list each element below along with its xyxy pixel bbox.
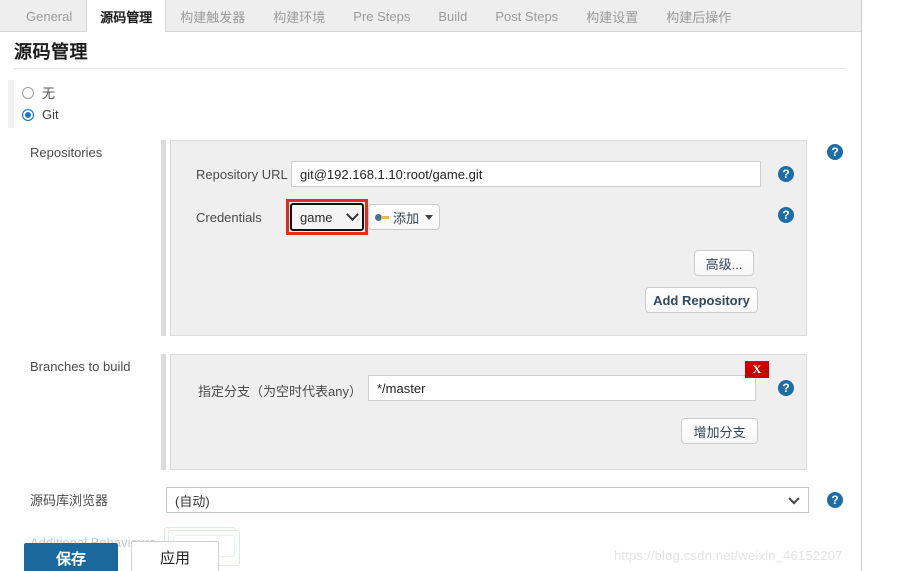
add-branch-button[interactable]: 增加分支: [681, 418, 758, 444]
branch-specifier-help-icon[interactable]: ?: [778, 380, 794, 396]
radio-option-git[interactable]: Git: [22, 107, 59, 122]
branches-panel: [170, 354, 807, 470]
radio-button-unchecked-icon[interactable]: [22, 86, 34, 99]
tab-general[interactable]: General: [12, 0, 86, 32]
tab-label: 构建触发器: [180, 9, 246, 25]
apply-button-label: 应用: [159, 549, 190, 567]
delete-branch-label: X: [752, 362, 762, 376]
repository-browser-label: 源码库浏览器: [30, 493, 109, 508]
page-right-border: [861, 0, 862, 571]
tab-build[interactable]: Build: [424, 0, 481, 32]
add-credentials-label: 添加: [392, 210, 419, 226]
key-icon: [374, 213, 389, 222]
tab-label: Pre Steps: [353, 8, 411, 24]
branches-left-bar: [161, 354, 166, 470]
tab-label: 构建后操作: [666, 9, 732, 25]
caret-down-icon: [425, 214, 433, 220]
credentials-select[interactable]: game: [290, 203, 364, 231]
tab-label: Build: [438, 8, 468, 24]
repository-url-input[interactable]: [291, 161, 761, 187]
chevron-down-icon: [788, 493, 800, 505]
chevron-down-icon: [346, 207, 359, 221]
tab-label: 构建环境: [273, 9, 326, 25]
repositories-section-label: Repositories: [30, 145, 103, 160]
tab-build-triggers[interactable]: 构建触发器: [166, 0, 259, 32]
scm-choice-strip: [8, 80, 14, 128]
radio-option-none[interactable]: 无: [22, 83, 55, 102]
tab-label: General: [26, 8, 73, 24]
page-title: 源码管理: [14, 42, 88, 62]
add-repository-button[interactable]: Add Repository: [645, 287, 758, 313]
credentials-help-icon[interactable]: ?: [778, 207, 794, 223]
radio-button-checked-icon[interactable]: [22, 108, 34, 121]
repository-browser-selected-value: (自动): [175, 493, 210, 509]
repositories-left-bar: [161, 140, 166, 336]
branch-specifier-input[interactable]: [368, 375, 756, 401]
credentials-label: Credentials: [196, 210, 262, 225]
jenkins-job-config-page: General 源码管理 构建触发器 构建环境 Pre Steps Build …: [0, 0, 897, 571]
save-button-label: 保存: [55, 550, 86, 568]
tab-pre-steps[interactable]: Pre Steps: [339, 0, 424, 32]
tab-label: Post Steps: [495, 8, 559, 24]
add-branch-label: 增加分支: [693, 424, 746, 440]
repositories-section-help-icon[interactable]: ?: [827, 144, 843, 160]
apply-button[interactable]: 应用: [131, 541, 219, 571]
add-credentials-button[interactable]: 添加: [368, 204, 440, 230]
repository-browser-help-icon[interactable]: ?: [827, 492, 843, 508]
branch-specifier-label: 指定分支（为空时代表any）: [198, 384, 362, 399]
radio-label-none: 无: [42, 86, 56, 101]
add-repository-label: Add Repository: [653, 292, 750, 308]
advanced-button[interactable]: 高级...: [694, 250, 754, 276]
radio-label-git: Git: [42, 107, 59, 122]
save-button[interactable]: 保存: [24, 543, 118, 571]
repository-browser-select[interactable]: (自动): [166, 487, 809, 513]
tab-label: 源码管理: [100, 10, 153, 25]
repository-url-label: Repository URL: [196, 167, 288, 182]
advanced-button-label: 高级...: [705, 256, 743, 272]
credentials-selected-value: game: [300, 209, 333, 225]
tab-post-steps[interactable]: Post Steps: [481, 0, 572, 32]
branches-section-label: Branches to build: [30, 359, 131, 374]
tab-post-build-actions[interactable]: 构建后操作: [652, 0, 745, 32]
delete-branch-button[interactable]: X: [745, 361, 769, 378]
config-tab-bar: General 源码管理 构建触发器 构建环境 Pre Steps Build …: [0, 0, 862, 33]
tab-label: 构建设置: [586, 9, 639, 25]
heading-divider: [14, 68, 846, 69]
tab-build-environment[interactable]: 构建环境: [259, 0, 339, 32]
tab-source-code-management[interactable]: 源码管理: [86, 0, 167, 33]
repository-url-help-icon[interactable]: ?: [778, 166, 794, 182]
tab-build-settings[interactable]: 构建设置: [572, 0, 652, 32]
watermark-text: https://blog.csdn.net/weixin_46152207: [614, 548, 843, 563]
